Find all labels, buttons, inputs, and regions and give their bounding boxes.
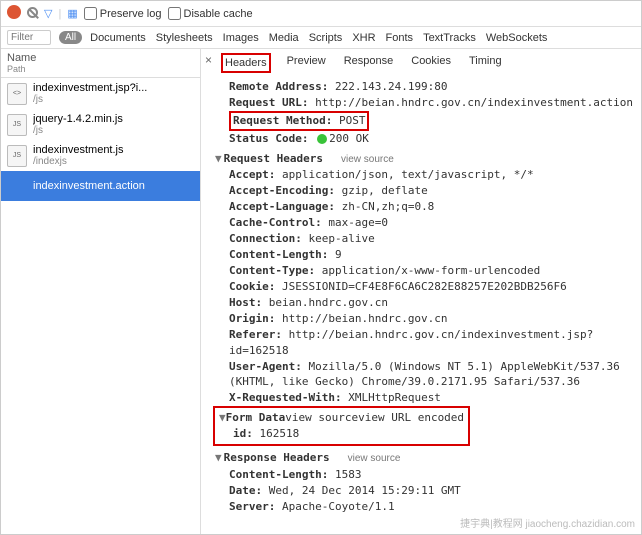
request-url-value: http://beian.hndrc.gov.cn/indexinvestmen… [315,96,633,109]
preserve-log-checkbox[interactable]: Preserve log [84,7,162,20]
view-url-encoded-link[interactable]: view URL encoded [358,411,464,424]
filter-tab[interactable]: Media [269,32,299,44]
watermark: 捷宇典|教程网 jiaocheng.chazidian.com [460,515,635,530]
blank-icon [7,175,27,197]
header-key: X-Requested-With: [229,391,342,404]
close-icon[interactable]: × [205,53,212,67]
filter-tab[interactable]: Fonts [386,32,414,44]
filter-input[interactable] [7,30,51,45]
tab-preview[interactable]: Preview [285,53,328,73]
header-value: application/x-www-form-urlencoded [322,264,541,277]
header-value: application/json, text/javascript, */* [282,168,534,181]
file-path: /js [33,94,147,105]
view-source-link[interactable]: view source [285,411,358,424]
header-value: gzip, deflate [342,184,428,197]
form-id-label: id: [233,427,253,440]
request-url-label: Request URL: [229,96,308,109]
header-key: Cache-Control: [229,216,322,229]
header-key: Content-Type: [229,264,315,277]
filter-tab[interactable]: WebSockets [486,32,548,44]
file-name: indexinvestment.js [33,144,124,156]
header-value: JSESSIONID=CF4E8F6CA6C282E88257E202BDB25… [282,280,567,293]
triangle-down-icon[interactable]: ▼ [215,451,222,464]
filter-all-pill[interactable]: All [59,31,82,44]
header-value: max-age=0 [328,216,388,229]
file-item[interactable]: JS indexinvestment.js/indexjs [1,140,200,171]
filter-tab[interactable]: Stylesheets [156,32,213,44]
request-method-value: POST [339,114,366,127]
form-data-label: Form Data [226,411,286,424]
tab-cookies[interactable]: Cookies [409,53,453,73]
response-headers-label: Response Headers [224,451,330,464]
header-value: zh-CN,zh;q=0.8 [342,200,435,213]
name-column-label: Name [7,52,194,64]
header-key: Cookie: [229,280,275,293]
header-key: Server: [229,500,275,513]
header-key: Origin: [229,312,275,325]
file-name: jquery-1.4.2.min.js [33,113,123,125]
header-value: Wed, 24 Dec 2014 15:29:11 GMT [269,484,461,497]
filter-tab[interactable]: TextTracks [423,32,476,44]
request-headers-label: Request Headers [224,152,323,165]
filter-tab[interactable]: Images [223,32,259,44]
tab-response[interactable]: Response [342,53,396,73]
file-item[interactable]: JS jquery-1.4.2.min.js/js [1,109,200,140]
filter-tabs: Documents Stylesheets Images Media Scrip… [90,32,547,44]
file-name: indexinvestment.jsp?i... [33,82,147,94]
detail-tabs: Headers Preview Response Cookies Timing [201,49,641,75]
filter-tab[interactable]: Documents [90,32,146,44]
js-icon: JS [7,114,27,136]
file-item[interactable]: <> indexinvestment.jsp?i.../js [1,78,200,109]
triangle-down-icon[interactable]: ▼ [219,411,226,424]
view-icon[interactable]: ▦ [67,7,77,20]
file-path: /indexjs [33,156,124,167]
header-key: Content-Length: [229,248,328,261]
filter-tab[interactable]: Scripts [309,32,343,44]
view-source-link[interactable]: view source [341,154,394,165]
header-value: 1583 [335,468,362,481]
filter-icon[interactable]: ▽ [44,7,52,20]
header-value: Apache-Coyote/1.1 [282,500,395,513]
js-icon: JS [7,145,27,167]
status-dot-icon [317,134,327,144]
header-key: Host: [229,296,262,309]
header-value: http://beian.hndrc.gov.cn [282,312,448,325]
form-id-value: 162518 [260,427,300,440]
request-method-label: Request Method: [233,114,332,127]
tab-timing[interactable]: Timing [467,53,504,73]
file-item[interactable]: indexinvestment.action [1,171,200,201]
path-column-label: Path [7,64,194,74]
header-key: Content-Length: [229,468,328,481]
header-key: Referer: [229,328,282,341]
header-value: keep-alive [308,232,374,245]
record-icon[interactable] [7,5,21,22]
preserve-log-label: Preserve log [100,8,162,20]
filter-tab[interactable]: XHR [352,32,375,44]
header-key: Date: [229,484,262,497]
remote-address-label: Remote Address: [229,80,328,93]
clear-icon[interactable] [27,7,38,21]
status-code-value: 200 OK [329,132,369,145]
header-value: 9 [335,248,342,261]
sidebar-header: Name Path [1,49,200,78]
header-key: Connection: [229,232,302,245]
document-icon: <> [7,83,27,105]
header-key: User-Agent: [229,360,302,373]
header-key: Accept-Language: [229,200,335,213]
triangle-down-icon[interactable]: ▼ [215,152,222,165]
header-value: http://beian.hndrc.gov.cn/indexinvestmen… [229,328,593,357]
tab-headers[interactable]: Headers [221,53,271,73]
file-path: /js [33,125,123,136]
disable-cache-label: Disable cache [184,8,253,20]
file-name: indexinvestment.action [33,180,145,192]
header-key: Accept: [229,168,275,181]
header-value: XMLHttpRequest [348,391,441,404]
view-source-link[interactable]: view source [348,453,401,464]
status-code-label: Status Code: [229,132,308,145]
header-key: Accept-Encoding: [229,184,335,197]
remote-address-value: 222.143.24.199:80 [335,80,448,93]
disable-cache-checkbox[interactable]: Disable cache [168,7,253,20]
header-value: beian.hndrc.gov.cn [269,296,388,309]
